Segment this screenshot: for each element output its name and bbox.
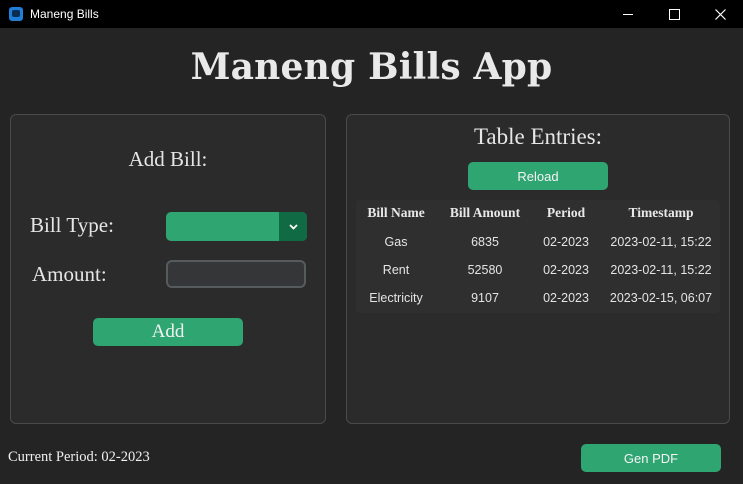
bill-type-label: Bill Type: [30, 213, 114, 237]
cell-bill-name: Rent [382, 263, 410, 277]
cell-bill-amount: 9107 [471, 291, 499, 305]
add-button[interactable]: Add [93, 318, 243, 346]
bill-type-dropdown[interactable] [166, 212, 307, 241]
column-header-bill-amount: Bill Amount [449, 205, 521, 220]
chevron-down-icon [288, 223, 298, 230]
dropdown-button[interactable] [279, 212, 307, 241]
amount-input[interactable] [166, 260, 306, 288]
column-header-period: Period [546, 205, 586, 220]
cell-period: 02-2023 [543, 235, 589, 249]
cell-bill-name: Gas [384, 235, 408, 249]
cell-bill-amount: 6835 [471, 235, 499, 249]
maximize-icon [668, 8, 680, 20]
cell-timestamp: 2023-02-11, 15:22 [610, 263, 712, 277]
table-title: Table Entries: [473, 124, 603, 149]
gen-pdf-button[interactable]: Gen PDF [581, 444, 721, 472]
cell-bill-name: Electricity [369, 291, 423, 305]
amount-label: Amount: [32, 262, 107, 286]
minimize-button[interactable] [605, 0, 651, 28]
cell-period: 02-2023 [543, 263, 589, 277]
cell-timestamp: 2023-02-15, 06:07 [609, 291, 713, 305]
maximize-button[interactable] [651, 0, 697, 28]
close-icon [714, 8, 726, 20]
add-bill-panel: Add Bill: Bill Type: Amount: Add [10, 114, 326, 424]
table-entries-panel: Table Entries: Reload Bill Name Bill Amo… [346, 114, 730, 424]
reload-button[interactable]: Reload [468, 162, 608, 190]
minimize-icon [623, 13, 633, 15]
cell-timestamp: 2023-02-11, 15:22 [610, 235, 712, 249]
add-bill-title: Add Bill: [128, 147, 208, 171]
column-header-bill-name: Bill Name [367, 205, 425, 220]
title-bar: Maneng Bills [0, 0, 743, 28]
cell-period: 02-2023 [543, 291, 589, 305]
close-button[interactable] [697, 0, 743, 28]
app-icon [9, 7, 23, 21]
column-header-timestamp: Timestamp [628, 205, 694, 220]
cell-bill-amount: 52580 [467, 263, 503, 277]
window-title: Maneng Bills [30, 7, 99, 21]
current-period: Current Period: 02-2023 [8, 449, 150, 465]
bills-table: Bill Name Bill Amount Period Timestamp G… [356, 200, 720, 313]
app-heading: Maneng Bills App [190, 46, 553, 88]
